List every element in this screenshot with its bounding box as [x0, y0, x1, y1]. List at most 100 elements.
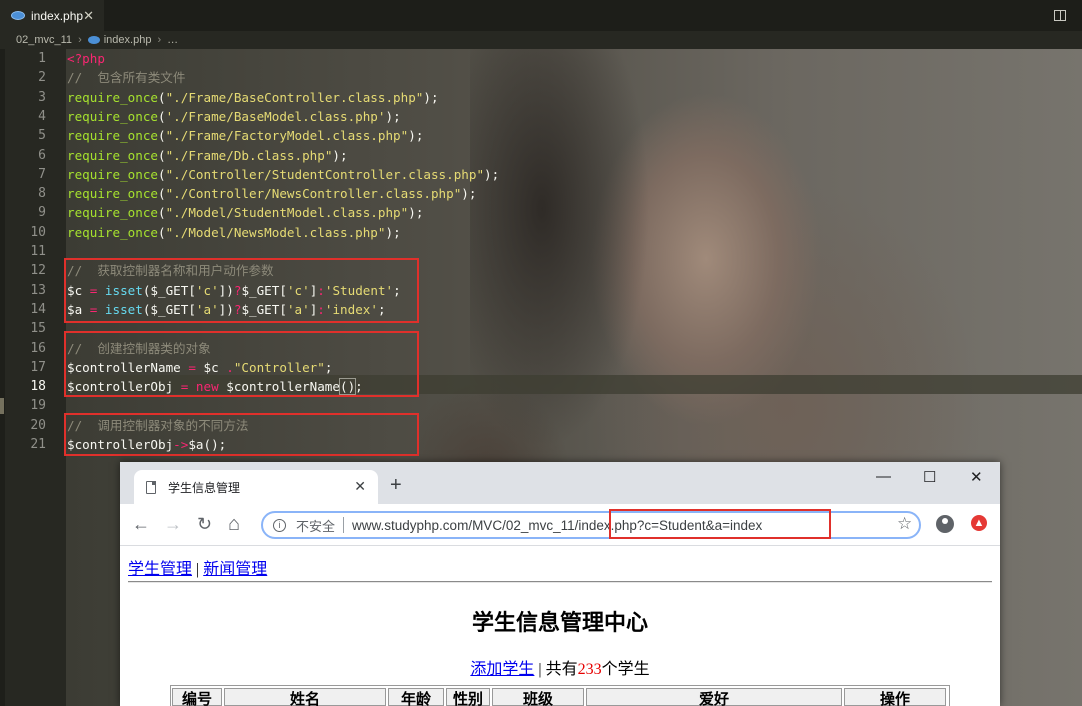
breadcrumb-folder[interactable]: 02_mvc_11 [16, 34, 72, 46]
code-token: ); [408, 205, 424, 221]
table-header-cell: 年龄 [388, 688, 444, 706]
line-number: 3 [38, 89, 46, 105]
line-number: 14 [30, 301, 46, 317]
code-line[interactable]: 8 require_once("./Controller/NewsControll… [0, 184, 1082, 203]
code-token: ); [484, 166, 500, 182]
line-number: 6 [38, 147, 46, 163]
editor-tab-index-php[interactable]: index.php ✕ [0, 0, 104, 31]
breadcrumb-more[interactable]: … [167, 34, 178, 46]
line-number: 8 [38, 186, 46, 202]
summary-separator: | 共有 [534, 661, 578, 678]
php-file-icon [87, 36, 100, 44]
code-text: // 包含所有类文件 [67, 68, 186, 87]
reload-icon[interactable]: ↻ [197, 513, 212, 535]
nav-link-news[interactable]: 新闻管理 [203, 561, 267, 578]
browser-window: 学生信息管理 ✕ + — ☐ ✕ ← → ↻ ⌂ i 不安全 www.study… [120, 462, 1000, 706]
code-line[interactable]: 5 require_once("./Frame/FactoryModel.clas… [0, 126, 1082, 145]
browser-tab-title: 学生信息管理 [168, 480, 241, 495]
code-token: "./Model/NewsModel.class.php" [165, 224, 386, 240]
add-student-link[interactable]: 添加学生 [470, 661, 534, 678]
code-token: ( [158, 166, 166, 182]
line-number: 17 [30, 359, 46, 375]
editor-tab-label: index.php [31, 8, 84, 23]
forward-arrow-icon[interactable]: → [164, 513, 182, 535]
info-icon[interactable]: i [273, 518, 286, 532]
code-token: "./Controller/NewsController.class.php" [165, 186, 462, 202]
highlight-box-create-object [64, 331, 419, 397]
line-number: 7 [38, 166, 46, 182]
breadcrumb-file[interactable]: index.php [104, 34, 152, 46]
url-divider [343, 517, 345, 533]
browser-tab[interactable]: 学生信息管理 ✕ [134, 470, 378, 504]
code-token: "./Frame/Db.class.php" [165, 147, 333, 163]
bookmark-star-icon[interactable]: ☆ [897, 514, 912, 534]
code-token: ( [158, 128, 166, 144]
code-text: require_once('./Frame/BaseModel.class.ph… [67, 107, 401, 126]
code-text: require_once("./Frame/Db.class.php"); [67, 146, 348, 165]
highlight-box-params [64, 258, 419, 323]
line-number: 9 [38, 205, 46, 221]
code-token: ); [408, 128, 424, 144]
code-line[interactable]: 10 require_once("./Model/NewsModel.class.… [0, 223, 1082, 242]
close-window-icon[interactable]: ✕ [970, 468, 983, 486]
new-tab-button[interactable]: + [390, 475, 402, 495]
table-header-cell: 姓名 [224, 688, 386, 706]
line-number: 16 [30, 340, 46, 356]
line-number: 5 [38, 128, 46, 144]
code-token: require_once [67, 186, 158, 202]
page-summary: 添加学生 | 共有233个学生 [120, 655, 1000, 679]
table-header-cell: 编号 [172, 688, 222, 706]
page-title: 学生信息管理中心 [471, 610, 648, 635]
summary-suffix: 个学生 [601, 661, 650, 678]
highlight-box-call-method [64, 413, 419, 456]
line-number: 2 [38, 70, 46, 86]
table-header-cell: 性别 [446, 688, 490, 706]
code-token: require_once [67, 108, 158, 124]
code-line[interactable]: 3 require_once("./Frame/BaseController.cl… [0, 88, 1082, 107]
breadcrumb-chevron-icon: › [157, 34, 162, 46]
highlight-box-url [609, 509, 831, 539]
student-count: 233 [577, 661, 602, 678]
table-header-cell: 操作 [844, 688, 946, 706]
code-token: "./Model/StudentModel.class.php" [165, 205, 409, 221]
line-number: 19 [30, 398, 46, 414]
close-tab-icon[interactable]: ✕ [83, 8, 94, 24]
code-line[interactable]: 4 require_once('./Frame/BaseModel.class.p… [0, 107, 1082, 126]
page-nav: 学生管理 | 新闻管理 [128, 555, 267, 579]
code-text: require_once("./Controller/NewsControlle… [67, 184, 476, 203]
php-file-icon [11, 11, 25, 20]
web-page-content: 学生管理 | 新闻管理 学生信息管理中心 添加学生 | 共有233个学生 编号姓… [120, 547, 1000, 706]
code-line[interactable]: 2 // 包含所有类文件 [0, 68, 1082, 87]
line-number: 15 [30, 321, 46, 337]
profile-avatar-icon[interactable] [936, 515, 954, 533]
line-number: 1 [38, 51, 46, 66]
code-token: ); [461, 186, 477, 202]
line-number: 12 [30, 263, 46, 279]
divider [128, 581, 992, 583]
extension-icon[interactable]: ▲ [971, 515, 987, 531]
minimize-icon[interactable]: — [876, 468, 891, 485]
code-token: require_once [67, 205, 158, 221]
close-tab-icon[interactable]: ✕ [354, 478, 366, 495]
code-token: ); [423, 89, 439, 105]
code-line[interactable]: 7 require_once("./Controller/StudentContr… [0, 165, 1082, 184]
code-line[interactable]: 1 <?php [0, 49, 1082, 68]
back-arrow-icon[interactable]: ← [132, 513, 150, 535]
browser-toolbar: ← → ↻ ⌂ i 不安全 www.studyphp.com/MVC/02_mv… [120, 504, 1000, 546]
line-number: 4 [38, 108, 46, 124]
url-host-path: www.studyphp.com/MVC/02_mvc_11/ [352, 517, 579, 533]
browser-title-bar: 学生信息管理 ✕ + — ☐ ✕ [120, 462, 1000, 504]
home-icon[interactable]: ⌂ [228, 513, 240, 535]
maximize-icon[interactable]: ☐ [923, 468, 936, 486]
code-text: require_once("./Frame/BaseController.cla… [67, 88, 439, 107]
breadcrumb: 02_mvc_11 › index.php › … [0, 31, 1082, 49]
line-number: 10 [30, 224, 46, 240]
code-line[interactable]: 6 require_once("./Frame/Db.class.php"); [0, 146, 1082, 165]
line-number: 13 [30, 282, 46, 298]
split-editor-icon[interactable] [1054, 10, 1066, 21]
code-line[interactable]: 9 require_once("./Model/StudentModel.clas… [0, 203, 1082, 222]
code-token: ); [385, 224, 401, 240]
code-token: require_once [67, 224, 158, 240]
code-text: require_once("./Model/NewsModel.class.ph… [67, 223, 401, 242]
nav-link-students[interactable]: 学生管理 [128, 561, 192, 578]
